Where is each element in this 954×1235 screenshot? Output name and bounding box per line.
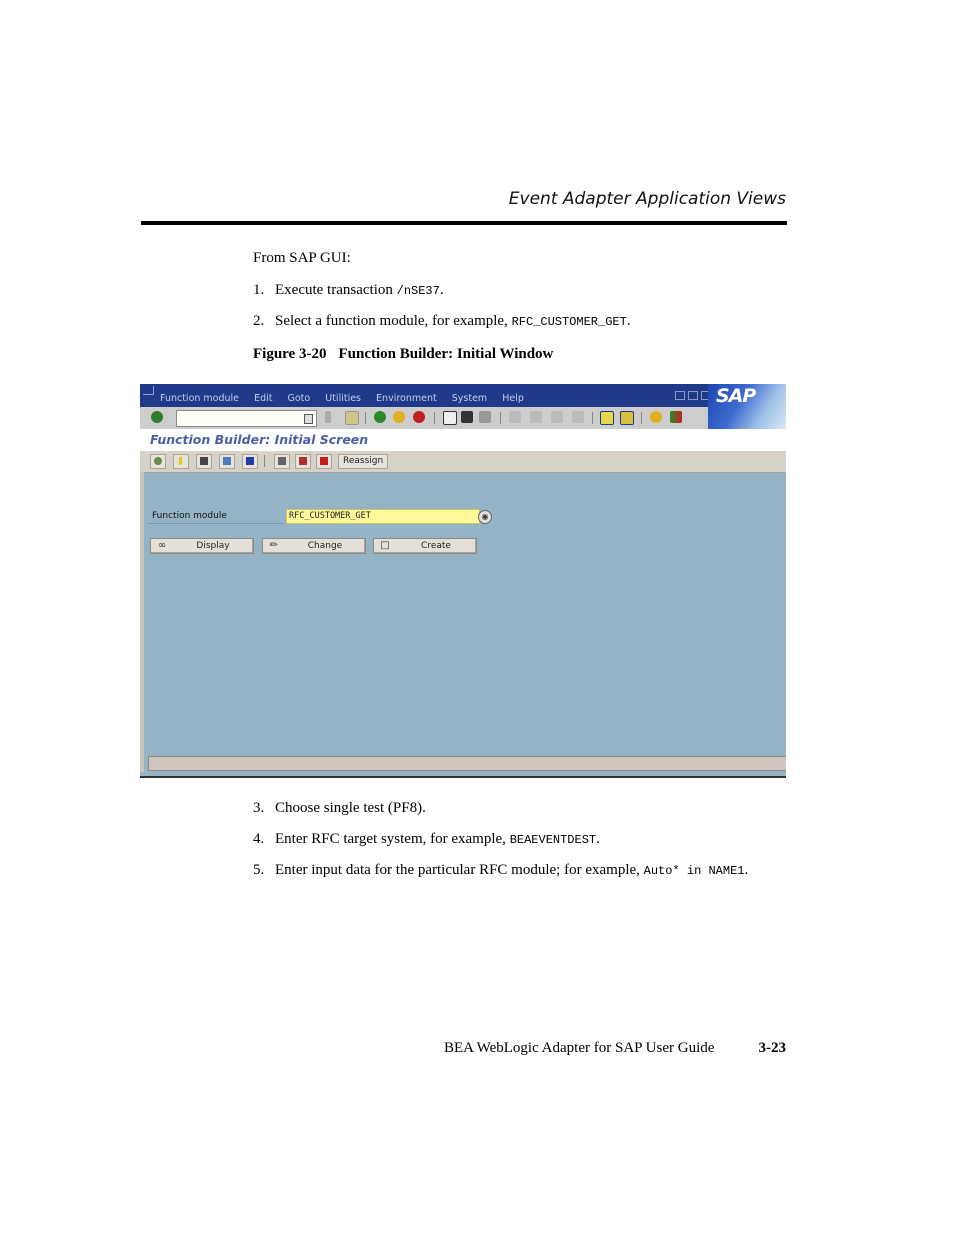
system-menu-icon[interactable] — [143, 386, 154, 395]
window-left-edge — [140, 472, 144, 772]
display-button[interactable]: ∞ Display — [150, 538, 254, 554]
change-button[interactable]: ✏ Change — [262, 538, 366, 554]
step-text: Enter input data for the particular RFC … — [275, 862, 644, 878]
step-3: 3. Choose single test (PF8). — [253, 799, 426, 817]
step-tail: . — [439, 282, 444, 298]
header-rule — [141, 221, 787, 225]
step-number: 3. — [253, 800, 265, 816]
previous-page-icon[interactable] — [530, 411, 542, 423]
status-bar — [148, 756, 786, 771]
step-code: RFC_CUSTOMER_GET — [511, 315, 627, 329]
back-icon[interactable] — [374, 411, 386, 423]
reassign-button[interactable]: Reassign — [338, 454, 389, 469]
enter-icon[interactable] — [151, 411, 163, 423]
step-5: 5. Enter input data for the particular RF… — [253, 861, 748, 880]
customize-layout-icon[interactable] — [670, 411, 682, 423]
value-help-icon[interactable]: ◉ — [478, 510, 492, 524]
separator — [264, 455, 265, 467]
command-field[interactable] — [176, 410, 317, 427]
standard-toolbar — [140, 407, 708, 430]
display-object-list-icon[interactable] — [196, 454, 212, 469]
create-session-icon[interactable] — [600, 411, 614, 425]
step-text: Enter RFC target system, for example, — [275, 831, 510, 847]
back-arrow-icon[interactable] — [325, 411, 331, 423]
separator — [641, 412, 642, 424]
intro-text: From SAP GUI: — [253, 250, 351, 266]
step-tail: . — [744, 862, 749, 878]
separator — [365, 412, 366, 424]
screen-title-bar: Function Builder: Initial Screen — [140, 429, 786, 452]
step-code: BEAEVENTDEST — [509, 833, 597, 847]
print-icon[interactable] — [443, 411, 457, 425]
step-code: Auto* in NAME1 — [643, 864, 745, 878]
menu-function-module[interactable]: Function module — [160, 393, 239, 404]
separator — [592, 412, 593, 424]
step-text: Select a function module, for example, — [275, 313, 512, 329]
separator — [434, 412, 435, 424]
step-2: 2. Select a function module, for example,… — [253, 312, 631, 331]
command-history-icon[interactable] — [304, 414, 313, 424]
menu-goto[interactable]: Goto — [288, 393, 311, 404]
last-page-icon[interactable] — [572, 411, 584, 423]
menu-system[interactable]: System — [452, 393, 487, 404]
step-number: 5. — [253, 862, 265, 878]
step-code: /nSE37 — [396, 284, 440, 298]
display-button-label: Display — [196, 541, 230, 551]
menu-edit[interactable]: Edit — [254, 393, 272, 404]
sap-logo-text: SAP — [716, 385, 756, 407]
delete-icon[interactable] — [274, 454, 290, 469]
menu-bar: Function module Edit Goto Utilities Envi… — [140, 384, 786, 407]
step-tail: . — [596, 831, 600, 847]
step-number: 4. — [253, 831, 265, 847]
step-1: 1. Execute transaction /nSE37. — [253, 281, 444, 300]
running-head: Event Adapter Application Views — [508, 189, 786, 209]
sap-logo: SAP — [708, 384, 786, 429]
save-icon[interactable] — [345, 411, 359, 425]
label-underline — [148, 523, 284, 524]
function-module-label: Function module — [152, 511, 227, 521]
find-icon[interactable] — [461, 411, 473, 423]
menu-items: Function module Edit Goto Utilities Envi… — [160, 393, 536, 404]
screen-title: Function Builder: Initial Screen — [150, 432, 369, 447]
step-text: Execute transaction — [275, 282, 397, 298]
find-next-icon[interactable] — [479, 411, 491, 423]
help-icon[interactable] — [650, 411, 662, 423]
function-module-input[interactable]: RFC_CUSTOMER_GET — [286, 509, 480, 524]
other-object-icon[interactable] — [150, 454, 166, 469]
create-button[interactable]: □ Create — [373, 538, 477, 554]
where-used-icon[interactable] — [173, 454, 189, 469]
step-number: 2. — [253, 313, 265, 329]
shortcut-icon[interactable] — [620, 411, 634, 425]
maximize-icon[interactable] — [688, 391, 698, 400]
first-page-icon[interactable] — [509, 411, 521, 423]
information-icon[interactable] — [242, 454, 258, 469]
change-button-label: Change — [307, 541, 343, 551]
rename-icon[interactable] — [316, 454, 332, 469]
copy-icon[interactable] — [295, 454, 311, 469]
page-number: 3-23 — [758, 1040, 787, 1056]
book-title: BEA WebLogic Adapter for SAP User Guide — [444, 1040, 715, 1056]
exit-icon[interactable] — [393, 411, 405, 423]
figure-label: Figure 3-20 — [253, 346, 327, 362]
hierarchy-icon[interactable] — [219, 454, 235, 469]
minimize-icon[interactable] — [675, 391, 685, 400]
step-4: 4. Enter RFC target system, for example, … — [253, 830, 600, 849]
separator — [500, 412, 501, 424]
cancel-icon[interactable] — [413, 411, 425, 423]
step-number: 1. — [253, 282, 265, 298]
menu-utilities[interactable]: Utilities — [325, 393, 361, 404]
create-button-label: Create — [421, 541, 451, 551]
step-tail: . — [626, 313, 631, 329]
application-toolbar: Reassign — [140, 451, 786, 473]
figure-caption: Figure 3-20 Function Builder: Initial Win… — [253, 346, 553, 363]
figure-title: Function Builder: Initial Window — [338, 346, 554, 362]
page-footer: BEA WebLogic Adapter for SAP User Guide … — [444, 1040, 786, 1057]
menu-help[interactable]: Help — [502, 393, 524, 404]
sap-window: Function module Edit Goto Utilities Envi… — [140, 384, 786, 778]
menu-environment[interactable]: Environment — [376, 393, 437, 404]
next-page-icon[interactable] — [551, 411, 563, 423]
step-text: Choose single test (PF8). — [275, 800, 426, 816]
